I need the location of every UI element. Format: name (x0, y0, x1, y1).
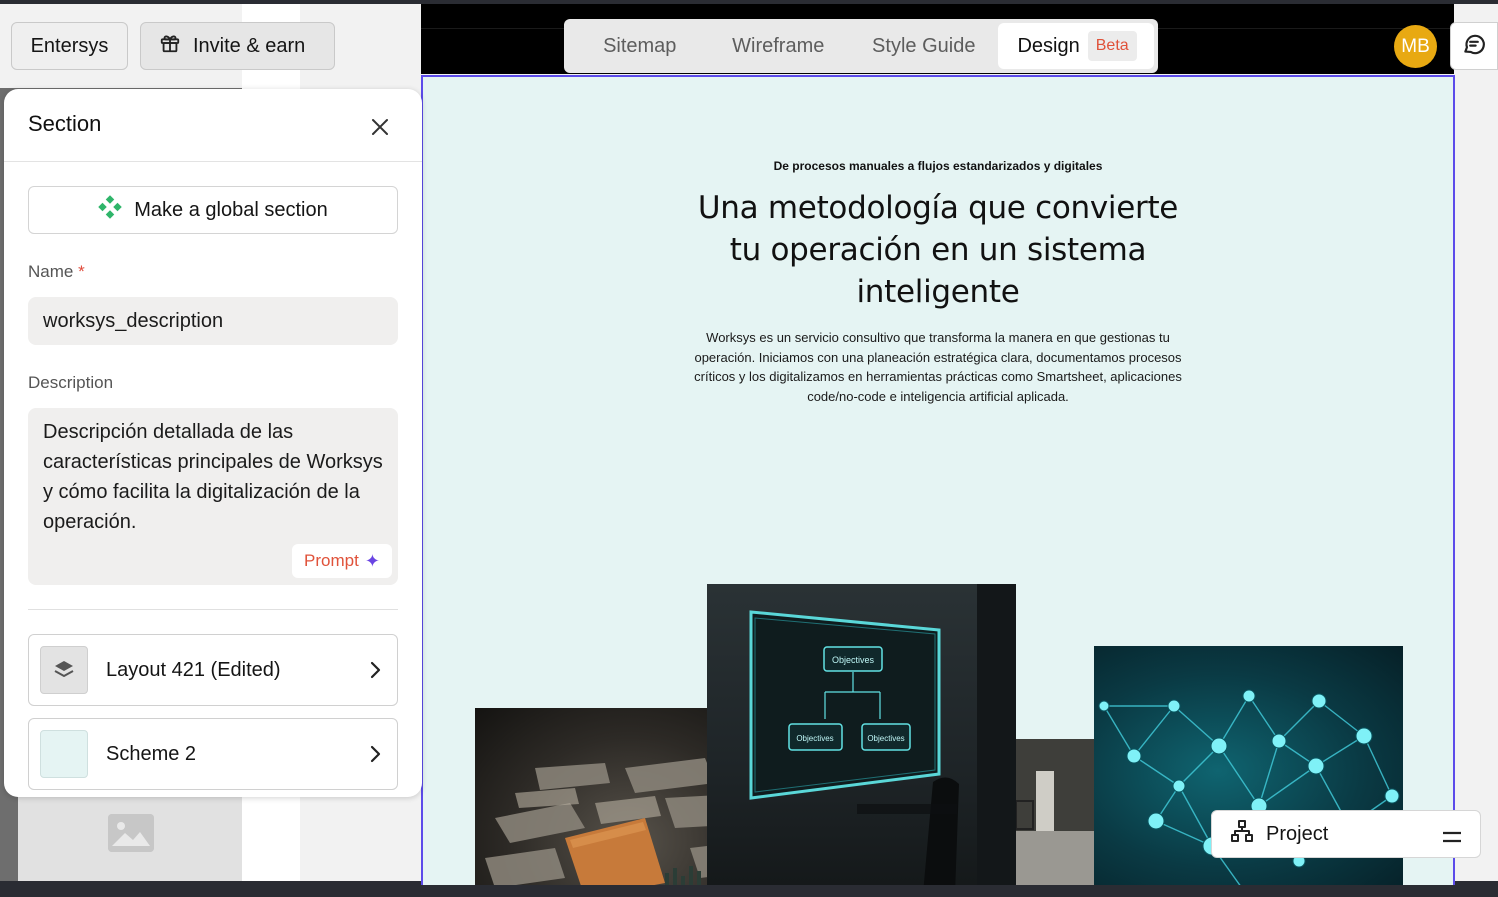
beta-badge: Beta (1087, 31, 1137, 61)
office-image (1016, 739, 1094, 885)
panel-divider (4, 161, 422, 162)
comments-button[interactable] (1450, 22, 1498, 70)
project-label: Project (1266, 822, 1329, 845)
name-input[interactable] (28, 297, 398, 345)
prompt-button[interactable]: Prompt ✦ (292, 544, 392, 578)
component-icon (98, 195, 123, 225)
board-label-right: Objectives (867, 734, 904, 743)
tab-sitemap[interactable]: Sitemap (568, 23, 708, 69)
make-global-section-label: Make a global section (134, 198, 328, 221)
invite-label: Invite & earn (193, 34, 306, 57)
board-label-top: Objectives (832, 655, 875, 665)
tab-wireframe-label: Wireframe (732, 34, 825, 57)
sparkle-icon: ✦ (364, 550, 380, 571)
sitemap-icon (1230, 819, 1254, 849)
scheme-label: Scheme 2 (106, 742, 197, 765)
tab-design-label: Design (1017, 34, 1080, 57)
chat-icon (1461, 31, 1487, 61)
board-label-left: Objectives (796, 734, 833, 743)
section-body: Worksys es un servicio consultivo que tr… (694, 330, 1182, 404)
make-global-section-button[interactable]: Make a global section (28, 186, 398, 234)
panel-title: Section (28, 111, 102, 136)
tab-wireframe[interactable]: Wireframe (708, 23, 850, 69)
project-panel-bar[interactable]: Project (1211, 810, 1481, 858)
required-mark: * (78, 262, 85, 281)
tab-style-guide[interactable]: Style Guide (849, 23, 998, 69)
chevron-right-icon (369, 661, 381, 685)
section-heading: Una metodología que convierte tu operaci… (697, 190, 1179, 310)
description-text: Descripción detallada de las característ… (43, 421, 383, 533)
org-switcher-button[interactable]: Entersys (11, 22, 128, 70)
description-field-label: Description (28, 373, 114, 392)
invite-earn-button[interactable]: Invite & earn (140, 22, 335, 70)
panel-divider-2 (28, 609, 398, 610)
name-label-text: Name (28, 262, 74, 281)
section-kicker: De procesos manuales a flujos estandariz… (773, 159, 1103, 173)
scheme-swatch (40, 730, 88, 778)
tab-style-guide-label: Style Guide (872, 34, 976, 57)
avatar-initials: MB (1401, 35, 1430, 57)
color-scheme-selector[interactable]: Scheme 2 (28, 718, 398, 790)
name-field-label: Name * (28, 262, 85, 282)
close-icon[interactable] (368, 115, 392, 139)
layers-icon (40, 646, 88, 694)
tab-design[interactable]: Design Beta (998, 23, 1154, 69)
section-panel: Section Make a global section Name * Des… (4, 89, 422, 797)
org-name: Entersys (30, 34, 109, 57)
design-canvas-section[interactable]: De procesos manuales a flujos estandariz… (421, 75, 1455, 885)
user-avatar[interactable]: MB (1394, 25, 1437, 68)
layout-label: Layout 421 (Edited) (106, 658, 281, 681)
view-tabs: Sitemap Wireframe Style Guide Design Bet… (564, 19, 1158, 73)
prompt-label: Prompt (304, 551, 359, 570)
description-textarea[interactable]: Descripción detallada de las característ… (28, 408, 398, 585)
tab-sitemap-label: Sitemap (603, 34, 677, 57)
menu-icon[interactable] (1442, 827, 1462, 850)
gift-icon (159, 32, 181, 60)
background-right-gutter (1456, 4, 1498, 884)
objectives-board-image: Objectives Objectives Objectives (707, 584, 1016, 885)
layout-selector[interactable]: Layout 421 (Edited) (28, 634, 398, 706)
chevron-right-icon (369, 745, 381, 769)
image-placeholder-icon (108, 814, 154, 852)
